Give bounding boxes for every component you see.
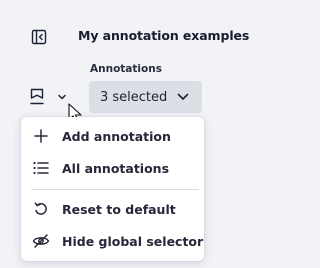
annotations-selector[interactable]: 3 selected xyxy=(89,81,202,113)
plus-icon xyxy=(32,127,50,145)
eye-off-icon xyxy=(32,232,50,250)
menu-item-reset-to-default[interactable]: Reset to default xyxy=(21,195,204,223)
menu-item-add-annotation[interactable]: Add annotation xyxy=(21,122,204,150)
chevron-down-icon xyxy=(56,91,68,103)
sidebar-collapse-button[interactable] xyxy=(31,29,47,45)
annotations-menu-toggle[interactable] xyxy=(28,86,74,108)
page-title: My annotation examples xyxy=(78,28,250,43)
flag-icon xyxy=(28,87,46,107)
menu-item-label: Add annotation xyxy=(62,128,171,144)
chevron-down-icon xyxy=(176,91,190,103)
menu-item-label: Reset to default xyxy=(62,201,176,217)
menu-item-hide-global-selector[interactable]: Hide global selector xyxy=(21,227,204,255)
annotations-label: Annotations xyxy=(90,63,162,75)
menu-divider xyxy=(31,189,199,190)
menu-item-all-annotations[interactable]: All annotations xyxy=(21,154,204,182)
reset-icon xyxy=(32,200,50,218)
annotations-selector-value: 3 selected xyxy=(100,89,168,105)
sidebar-collapse-icon xyxy=(31,29,47,45)
list-icon xyxy=(32,159,50,177)
menu-item-label: Hide global selector xyxy=(62,233,204,249)
annotations-dropdown-menu: Add annotation All annotations Reset to … xyxy=(21,117,204,261)
menu-item-label: All annotations xyxy=(62,160,170,176)
